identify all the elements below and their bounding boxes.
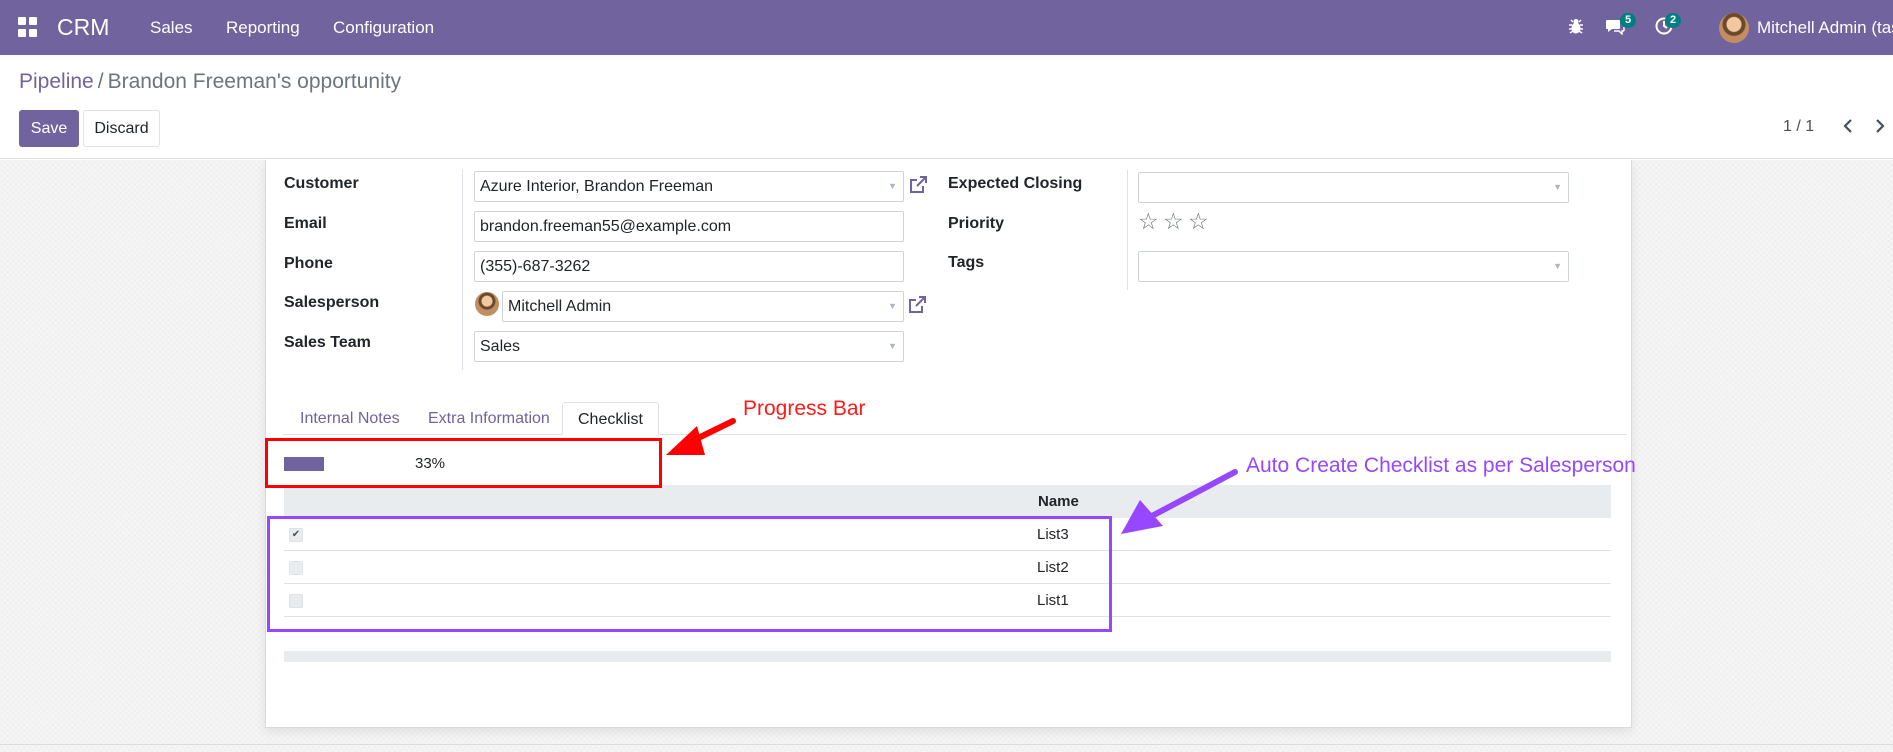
customer-value: Azure Interior, Brandon Freeman: [480, 178, 714, 195]
discard-button[interactable]: Discard: [83, 110, 160, 147]
tab-internal-notes[interactable]: Internal Notes: [300, 402, 400, 435]
breadcrumb: Pipeline / Brandon Freeman's opportunity: [19, 70, 401, 94]
tab-extra-information[interactable]: Extra Information: [428, 402, 550, 435]
phone-field[interactable]: (355)-687-3262: [474, 251, 904, 282]
right-column-separator: [1127, 170, 1128, 290]
email-field[interactable]: brandon.freeman55@example.com: [474, 211, 904, 242]
email-label: Email: [284, 215, 327, 232]
chevron-down-icon: ▼: [888, 301, 897, 311]
email-value: brandon.freeman55@example.com: [480, 218, 732, 235]
phone-value: (355)-687-3262: [480, 258, 591, 275]
chevron-left-icon[interactable]: [1842, 118, 1854, 134]
apps-grid-icon[interactable]: [18, 17, 38, 37]
save-button[interactable]: Save: [19, 110, 79, 147]
priority-label: Priority: [948, 215, 1005, 232]
salesperson-avatar: [475, 292, 499, 316]
progress-bar-annotation: Progress Bar: [743, 397, 866, 420]
customer-label: Customer: [284, 175, 359, 192]
checklist-table-header: Name: [284, 485, 1611, 518]
chevron-down-icon: ▼: [888, 181, 897, 191]
activities-badge: 2: [1665, 13, 1682, 28]
salesperson-value: Mitchell Admin: [508, 298, 612, 315]
salesperson-label: Salesperson: [284, 294, 380, 311]
sales-team-label: Sales Team: [284, 334, 371, 351]
table-footer: [284, 651, 1611, 662]
messages-badge: 5: [1620, 13, 1637, 28]
expected-closing-field[interactable]: ▼: [1138, 172, 1569, 203]
chevron-right-icon[interactable]: [1874, 118, 1886, 134]
bottom-divider: [0, 744, 1893, 745]
phone-label: Phone: [284, 255, 333, 272]
breadcrumb-pipeline[interactable]: Pipeline: [19, 70, 94, 93]
priority-star-3-icon[interactable]: ☆: [1188, 210, 1209, 233]
chevron-down-icon: ▼: [1553, 182, 1562, 192]
top-navbar: CRM Sales Reporting Configuration 5 2 Mi…: [0, 0, 1893, 55]
control-panel: Pipeline / Brandon Freeman's opportunity S…: [0, 55, 1893, 159]
left-column-separator: [462, 170, 463, 370]
menu-configuration[interactable]: Configuration: [333, 18, 434, 38]
breadcrumb-current: Brandon Freeman's opportunity: [107, 70, 402, 93]
salesperson-field[interactable]: Mitchell Admin ▼: [502, 291, 904, 322]
external-link-icon[interactable]: [907, 174, 929, 196]
menu-reporting[interactable]: Reporting: [226, 18, 300, 38]
user-avatar[interactable]: [1719, 13, 1749, 43]
checklist-highlight-box: [267, 516, 1112, 632]
tags-label: Tags: [948, 254, 985, 271]
pager-value: 1 / 1: [1783, 118, 1815, 135]
chevron-down-icon: ▼: [888, 341, 897, 351]
column-header-name[interactable]: Name: [1038, 493, 1079, 510]
menu-sales[interactable]: Sales: [150, 18, 193, 38]
tags-field[interactable]: ▼: [1138, 251, 1569, 282]
sales-team-field[interactable]: Sales ▼: [474, 331, 904, 362]
tab-checklist[interactable]: Checklist: [562, 402, 659, 435]
progress-bar-highlight-box: [265, 438, 662, 488]
priority-star-1-icon[interactable]: ☆: [1138, 210, 1159, 233]
chevron-down-icon: ▼: [1553, 261, 1562, 271]
app-brand[interactable]: CRM: [57, 14, 109, 41]
breadcrumb-separator: /: [97, 70, 104, 93]
priority-star-2-icon[interactable]: ☆: [1163, 210, 1184, 233]
auto-create-annotation: Auto Create Checklist as per Salesperson: [1246, 454, 1636, 477]
bug-icon[interactable]: [1568, 17, 1584, 35]
sales-team-value: Sales: [480, 338, 521, 355]
external-link-icon[interactable]: [906, 294, 928, 316]
user-menu[interactable]: Mitchell Admin (task: [1757, 18, 1893, 38]
customer-field[interactable]: Azure Interior, Brandon Freeman ▼: [474, 171, 904, 202]
expected-closing-label: Expected Closing: [948, 175, 1083, 192]
